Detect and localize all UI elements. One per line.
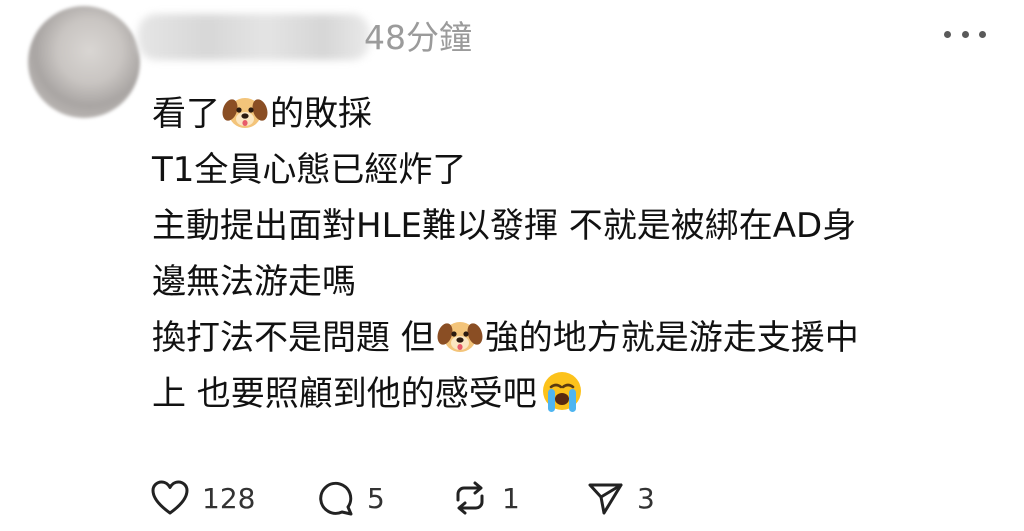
post-line: 上 也要照顧到他的感受吧 [152, 366, 1002, 422]
repost-icon [456, 481, 484, 515]
post-text: 看了 [152, 94, 220, 134]
heart-icon [151, 480, 189, 515]
post-line: 換打法不是問題 但 強的地方就是游走支援中 [152, 310, 1002, 366]
like-button[interactable]: 128 [150, 479, 315, 517]
like-count: 128 [202, 481, 256, 515]
post-text: 的敗採 [270, 94, 372, 134]
post-time: 48分鐘 [364, 18, 472, 57]
post-line: 邊無法游走嗎 [152, 262, 356, 302]
post-line: 主動提出面對HLE難以發揮 不就是被綁在AD身 [152, 206, 857, 246]
post-text: 上 也要照顧到他的感受吧 [152, 374, 537, 414]
dog-face-icon [222, 98, 268, 128]
post-text: 換打法不是問題 但 [152, 318, 435, 358]
repost-count: 1 [502, 481, 520, 515]
post-text: 強的地方就是游走支援中 [484, 318, 859, 358]
reply-button[interactable]: 5 [315, 478, 450, 518]
username-blurred[interactable] [138, 14, 370, 60]
repost-button[interactable]: 1 [450, 478, 585, 518]
action-bar: 128 5 1 3 [150, 474, 655, 522]
send-icon [588, 483, 623, 515]
loudly-crying-face-icon [542, 372, 581, 412]
share-count: 3 [637, 481, 655, 515]
comment-icon [319, 481, 353, 516]
post-line: T1全員心態已經炸了 [152, 150, 467, 190]
dog-face-icon [437, 322, 483, 352]
more-icon[interactable] [944, 26, 986, 42]
avatar[interactable] [28, 6, 140, 118]
reply-count: 5 [367, 481, 385, 515]
share-button[interactable]: 3 [585, 478, 655, 518]
post-line: 看了 的敗採 [152, 86, 1002, 142]
post-body: 看了 的敗採 T1全員心態已經炸了 主動提出面對HLE難以發揮 不就是被綁在AD… [152, 86, 1002, 422]
